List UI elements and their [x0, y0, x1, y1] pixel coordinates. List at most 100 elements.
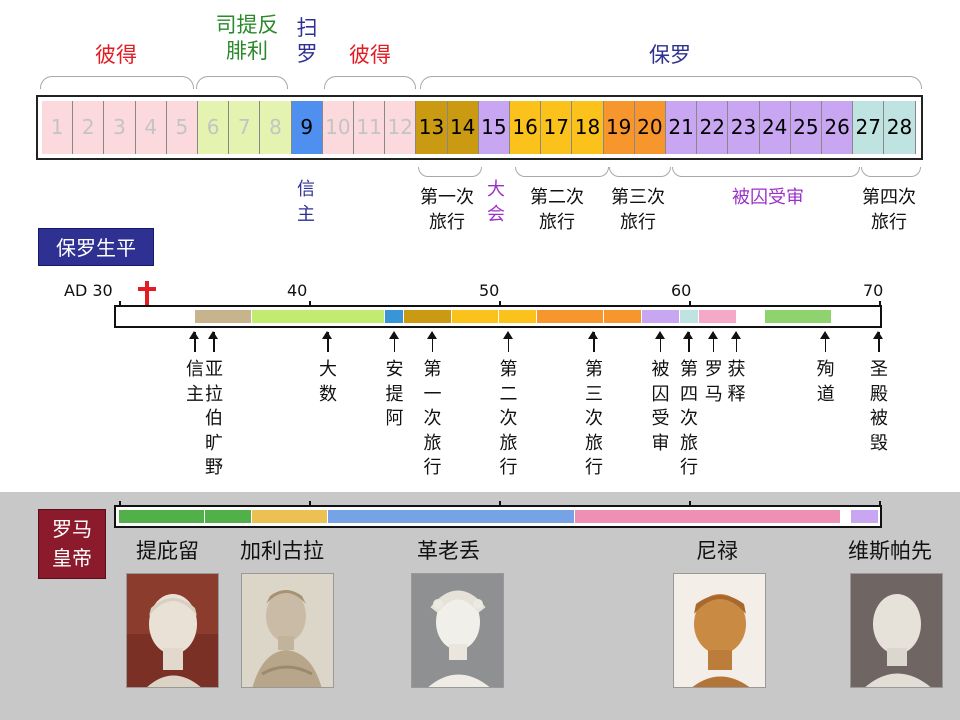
chapter-cell-17: 17: [541, 101, 573, 154]
event-arrow-line: [824, 332, 827, 352]
life-event-label: 圣殿被毁: [870, 359, 888, 454]
life-event-label: 大数: [319, 359, 337, 405]
event-arrow-line: [327, 332, 329, 352]
tick-70: 70: [863, 281, 884, 300]
life-event-label: 被囚受审: [651, 359, 670, 454]
acts-chapter-bar: 1 2 3 4 5 6 7 8 9 10 11 12 13 14 15 16 17 18 19 20 21 22 23 24 2…: [36, 95, 923, 160]
life-event-label: 第三次旅行: [585, 359, 603, 478]
tick-40: 40: [287, 281, 308, 300]
chapter-cell-8: 8: [260, 101, 292, 154]
ubrace-journey-1: [418, 167, 482, 177]
event-arrow-line: [431, 332, 433, 352]
emperor-name-claudius: 革老丢: [417, 539, 480, 563]
chapter-cell-11: 11: [354, 101, 386, 154]
event-arrow-line: [659, 332, 661, 352]
emperor-segment: [328, 510, 575, 523]
emperor-name-nero: 尼禄: [696, 539, 738, 563]
emperor-segment: [204, 510, 252, 523]
life-segment: [385, 310, 404, 323]
event-arrow-line: [712, 332, 715, 352]
event-arrow-line: [688, 332, 690, 352]
bust-caligula: [241, 573, 334, 688]
life-segment: [736, 310, 765, 323]
life-event-label: 第四次旅行: [680, 359, 698, 478]
life-event-label: 获释: [727, 359, 746, 405]
life-segment: [195, 310, 252, 323]
life-event-label: 第一次旅行: [423, 359, 442, 478]
chapter-cell-13: 13: [416, 101, 448, 154]
emperors-title: 罗马 皇帝: [38, 509, 106, 579]
life-segment: [641, 310, 680, 323]
label-paul: 保罗: [649, 43, 691, 67]
emperor-segment: [841, 510, 851, 523]
note-imprisonment: 被囚受审: [732, 187, 804, 208]
chapter-cell-7: 7: [229, 101, 261, 154]
event-arrow-line: [593, 332, 595, 352]
chapter-cell-15: 15: [478, 101, 510, 154]
emperor-tick: [879, 501, 881, 507]
event-arrow-line: [735, 332, 737, 352]
brace-peter-1: [40, 76, 194, 89]
event-arrow-line: [393, 332, 395, 352]
life-event-label: 罗马: [704, 359, 723, 405]
brace-paul: [420, 76, 922, 89]
chapter-cell-4: 4: [135, 101, 167, 154]
tick-ad30: AD 30: [64, 281, 113, 300]
timeline-tick: [499, 301, 501, 307]
life-segment: [698, 310, 737, 323]
note-journey-4: 第四次 旅行: [862, 187, 916, 233]
ubrace-journey-3: [609, 167, 671, 177]
life-segment: [404, 310, 452, 323]
life-segment: [537, 310, 604, 323]
label-peter-2: 彼得: [349, 43, 391, 67]
chapter-cell-10: 10: [322, 101, 354, 154]
life-segment: [499, 310, 537, 323]
emperor-tick: [119, 501, 121, 507]
emperor-tick: [499, 501, 501, 507]
emperor-segment: [850, 510, 879, 523]
note-journey-1: 第一次 旅行: [420, 187, 474, 233]
ubrace-journey-4: [861, 167, 921, 177]
timeline-tick: [119, 301, 121, 307]
chapter-cell-3: 3: [104, 101, 136, 154]
emperor-name-caligula: 加利古拉: [240, 539, 324, 563]
life-segment: [119, 310, 195, 323]
emperor-segment: [575, 510, 841, 523]
timeline-tick: [309, 301, 311, 307]
life-segment: [451, 310, 499, 323]
chapter-cell-24: 24: [759, 101, 791, 154]
timeline-tick: [879, 301, 881, 307]
chapter-cell-1: 1: [42, 101, 74, 154]
chapter-cell-28: 28: [884, 101, 916, 154]
life-segment: [252, 310, 385, 323]
event-arrow-line: [213, 332, 215, 352]
chapter-cell-14: 14: [447, 101, 479, 154]
life-event-label: 亚拉伯旷野: [205, 359, 223, 478]
emperor-name-vespasian: 维斯帕先: [848, 539, 932, 563]
life-segment: [831, 310, 879, 323]
chapter-cell-16: 16: [510, 101, 542, 154]
chapter-cell-12: 12: [385, 101, 417, 154]
emperor-tick: [689, 501, 691, 507]
ubrace-journey-2: [515, 167, 609, 177]
life-event-label: 第二次旅行: [499, 359, 518, 478]
chapter-cell-6: 6: [198, 101, 230, 154]
bust-vespasian: [850, 573, 943, 688]
label-peter-1: 彼得: [95, 43, 137, 67]
chapter-cell-5: 5: [166, 101, 198, 154]
chapter-cell-27: 27: [853, 101, 885, 154]
emperor-tick: [309, 501, 311, 507]
bust-claudius: [411, 573, 504, 688]
brace-peter-2: [324, 76, 416, 89]
brace-stephen: [196, 76, 288, 89]
chapter-cell-9: 9: [291, 101, 323, 154]
emperor-reign-bar: [114, 501, 882, 528]
note-council: 大会: [487, 179, 505, 225]
note-journey-2: 第二次 旅行: [530, 187, 584, 233]
paul-life-bar: [114, 301, 882, 328]
bust-tiberius: [126, 573, 219, 688]
chapter-cell-22: 22: [697, 101, 729, 154]
life-event-label: 殉道: [816, 359, 835, 405]
chapter-cell-26: 26: [822, 101, 854, 154]
chapter-cell-23: 23: [728, 101, 760, 154]
